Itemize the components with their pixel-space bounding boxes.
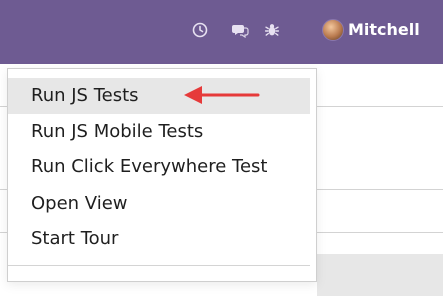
clock-icon[interactable] <box>190 20 210 40</box>
top-navbar: Mitchell <box>0 0 443 64</box>
menu-item-run-js-tests[interactable]: Run JS Tests <box>8 78 310 114</box>
chat-icon[interactable] <box>230 20 250 40</box>
background-row <box>317 254 443 296</box>
menu-item-start-tour[interactable]: Start Tour <box>8 221 310 257</box>
menu-bottom-divider <box>8 265 310 266</box>
menu-item-run-click-everywhere-test[interactable]: Run Click Everywhere Test <box>8 149 310 185</box>
username[interactable]: Mitchell <box>348 20 420 39</box>
avatar[interactable] <box>322 19 344 41</box>
bug-icon[interactable] <box>262 20 282 40</box>
menu-item-open-view[interactable]: Open View <box>8 186 310 222</box>
menu-item-run-js-mobile-tests[interactable]: Run JS Mobile Tests <box>8 114 310 150</box>
annotation-arrow-icon <box>184 86 260 104</box>
